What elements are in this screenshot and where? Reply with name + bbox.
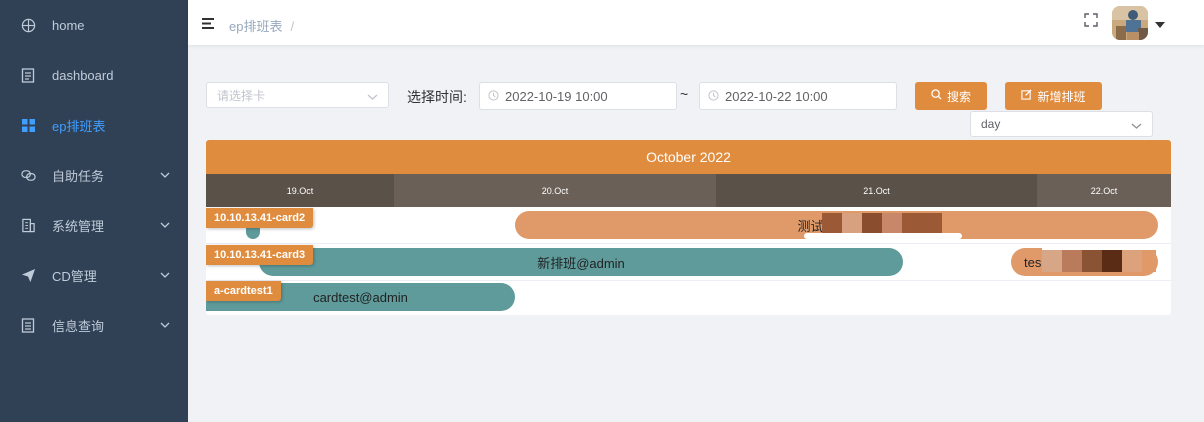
sidebar-item-info-query[interactable]: 信息查询 bbox=[0, 300, 188, 350]
dashboard-icon bbox=[20, 67, 36, 83]
hamburger-icon[interactable] bbox=[202, 16, 214, 34]
breadcrumb-item[interactable]: ep排班表 bbox=[229, 19, 282, 34]
breadcrumb-separator: / bbox=[290, 19, 295, 34]
end-time-value: 2022-10-22 10:00 bbox=[725, 88, 828, 104]
send-icon bbox=[20, 267, 36, 283]
gantt-bar[interactable]: 新排班@admin bbox=[259, 248, 903, 276]
row-tag: a-cardtest1 bbox=[206, 281, 281, 301]
link-icon bbox=[20, 167, 36, 183]
sidebar-item-label: CD管理 bbox=[52, 268, 97, 284]
add-schedule-button[interactable]: 新增排班 bbox=[1005, 82, 1102, 110]
chevron-down-icon bbox=[160, 267, 170, 282]
add-schedule-button-label: 新增排班 bbox=[1037, 89, 1086, 104]
view-select-value: day bbox=[981, 117, 1001, 131]
gantt-chart: October 2022 19.Oct 20.Oct 21.Oct 22.Oct… bbox=[206, 140, 1171, 315]
gantt-month-header: October 2022 bbox=[206, 140, 1171, 174]
redacted-overlay bbox=[804, 213, 962, 239]
sidebar-item-home[interactable]: home bbox=[0, 0, 188, 50]
gantt-day: 20.Oct bbox=[394, 174, 716, 207]
clock-icon bbox=[708, 89, 719, 104]
gantt-row: 测试排班信息 10.10.13.41-card2 bbox=[206, 207, 1171, 244]
start-time-input[interactable]: 2022-10-19 10:00 bbox=[479, 82, 677, 110]
chevron-down-icon bbox=[1131, 119, 1142, 133]
document-icon bbox=[20, 317, 36, 333]
row-tag: 10.10.13.41-card3 bbox=[206, 245, 314, 265]
sidebar-item-cd-admin[interactable]: CD管理 bbox=[0, 250, 188, 300]
sidebar-item-label: dashboard bbox=[52, 67, 114, 83]
edit-icon bbox=[1021, 89, 1033, 103]
sidebar-item-self-service[interactable]: 自助任务 bbox=[0, 150, 188, 200]
chevron-down-icon bbox=[160, 217, 170, 232]
chevron-down-icon bbox=[160, 167, 170, 182]
main-content: ep排班表 / 请选择卡 选择时间: 2022-10-19 10:00 ~ 20… bbox=[188, 0, 1204, 422]
search-button[interactable]: 搜索 bbox=[915, 82, 987, 110]
start-time-value: 2022-10-19 10:00 bbox=[505, 88, 608, 104]
search-button-label: 搜索 bbox=[946, 89, 971, 104]
sidebar: home dashboard ep排班表 自助任务 系统管理 CD管理 信息查询 bbox=[0, 0, 188, 422]
sidebar-item-system-admin[interactable]: 系统管理 bbox=[0, 200, 188, 250]
gantt-day: 21.Oct bbox=[863, 185, 890, 196]
chevron-down-icon bbox=[367, 90, 378, 104]
sidebar-item-label: 自助任务 bbox=[52, 168, 105, 184]
gantt-bar-label: 新排班@admin bbox=[537, 255, 625, 271]
home-icon bbox=[20, 17, 36, 33]
range-separator: ~ bbox=[680, 86, 689, 102]
gantt-day-header: 19.Oct 20.Oct 21.Oct 22.Oct bbox=[206, 174, 1171, 207]
building-icon bbox=[20, 217, 36, 233]
gantt-row: cardtest@admin a-cardtest1 bbox=[206, 281, 1171, 315]
gantt-day: 22.Oct bbox=[1037, 174, 1171, 207]
avatar[interactable] bbox=[1112, 6, 1148, 40]
card-select-placeholder: 请选择卡 bbox=[217, 88, 266, 103]
fullscreen-icon[interactable] bbox=[1084, 13, 1098, 32]
gantt-day: 19.Oct bbox=[286, 185, 314, 196]
sidebar-item-label: 系统管理 bbox=[52, 218, 105, 234]
card-select[interactable]: 请选择卡 bbox=[206, 82, 389, 108]
view-select[interactable]: day bbox=[970, 111, 1153, 137]
caret-down-icon[interactable] bbox=[1155, 22, 1165, 28]
chevron-down-icon bbox=[160, 317, 170, 332]
clock-icon bbox=[488, 89, 499, 104]
sidebar-item-dashboard[interactable]: dashboard bbox=[0, 50, 188, 100]
sidebar-item-label: ep排班表 bbox=[52, 118, 106, 134]
gantt-bar-label: cardtest@admin bbox=[313, 289, 408, 305]
redacted-overlay bbox=[1042, 248, 1156, 276]
sidebar-item-ep-schedule[interactable]: ep排班表 bbox=[0, 100, 188, 150]
row-tag: 10.10.13.41-card2 bbox=[206, 208, 314, 228]
time-label: 选择时间: bbox=[407, 89, 467, 105]
navbar: ep排班表 / bbox=[188, 0, 1204, 45]
sidebar-item-label: 信息查询 bbox=[52, 318, 105, 334]
grid-icon bbox=[20, 117, 36, 133]
gantt-bar-label: tes bbox=[1024, 254, 1042, 270]
sidebar-item-label: home bbox=[52, 17, 85, 33]
breadcrumb: ep排班表 / bbox=[229, 16, 294, 35]
gantt-row: 新排班@admin tes 10.10.13.41-card3 bbox=[206, 244, 1171, 281]
search-icon bbox=[931, 89, 942, 103]
end-time-input[interactable]: 2022-10-22 10:00 bbox=[699, 82, 897, 110]
